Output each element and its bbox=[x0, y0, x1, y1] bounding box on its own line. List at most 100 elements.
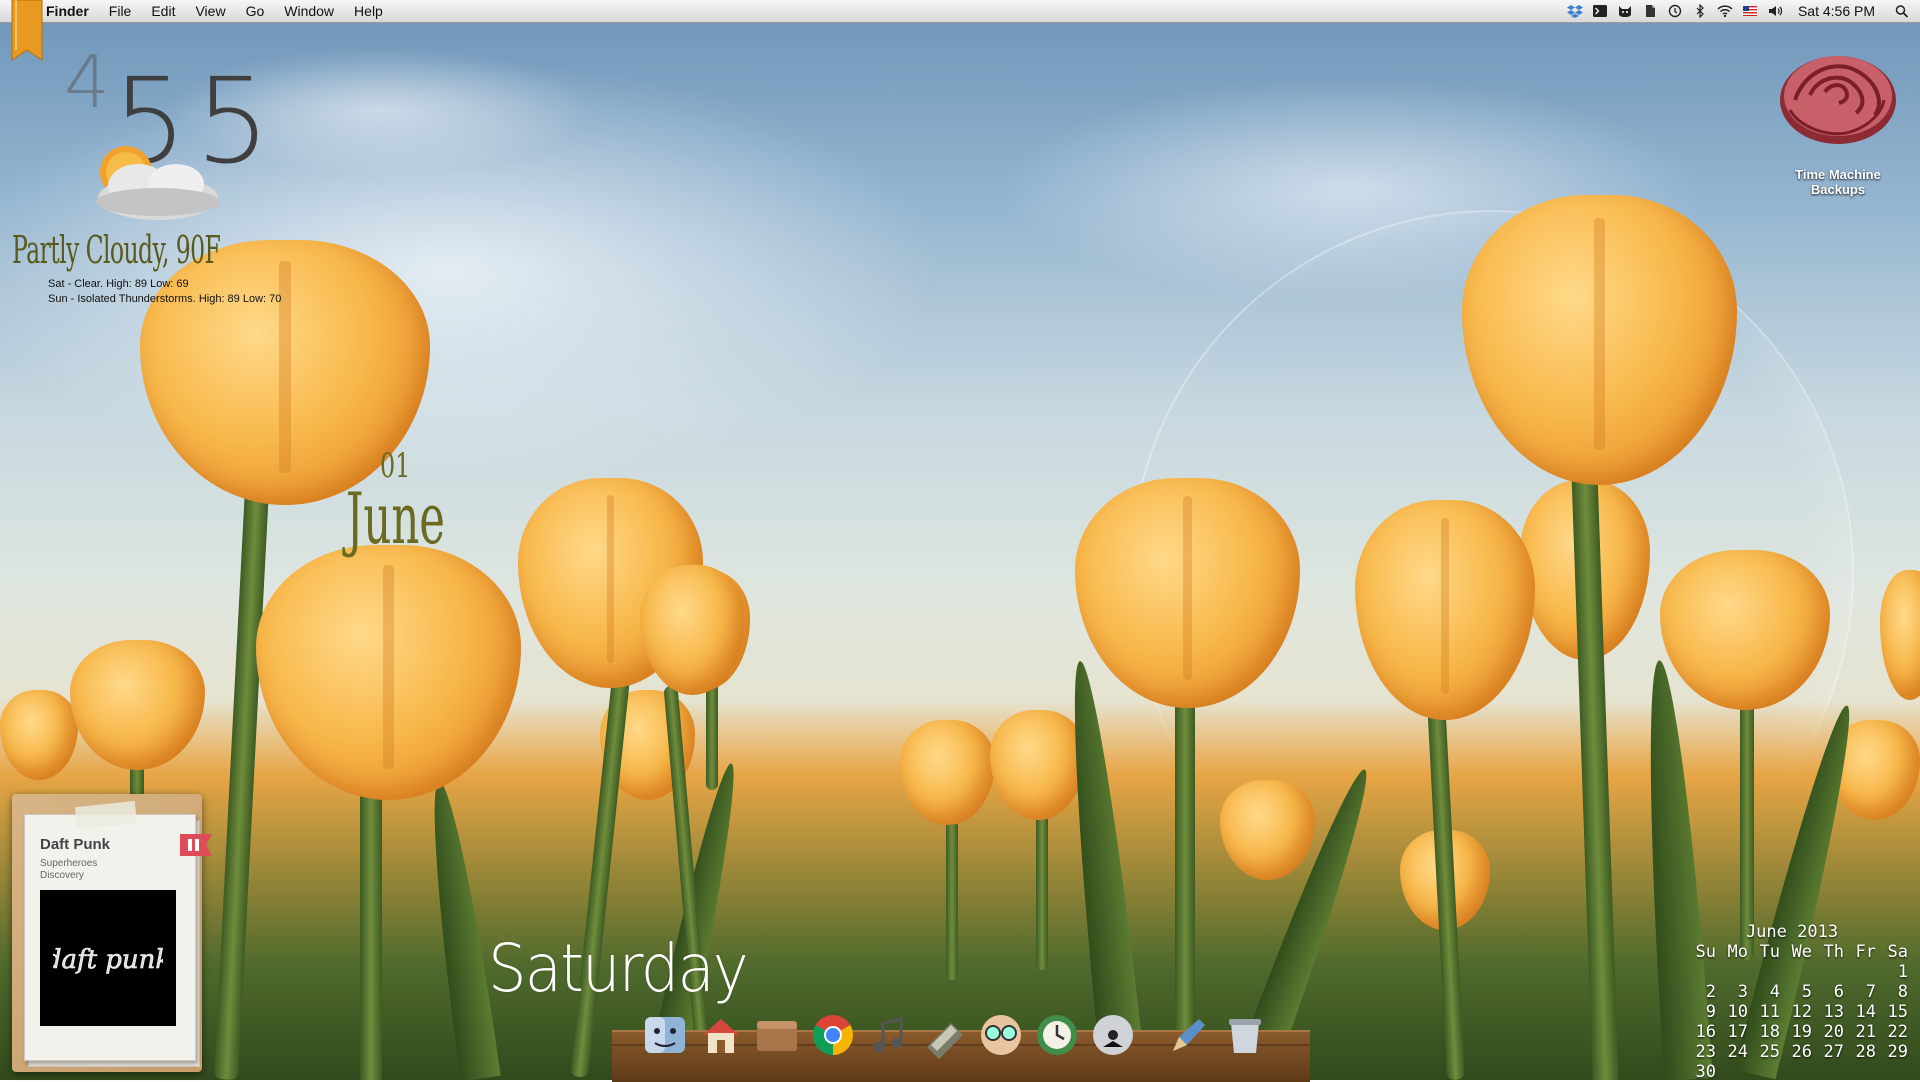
pen-icon bbox=[1173, 1019, 1205, 1051]
calendar-day: 10 bbox=[1727, 1002, 1748, 1022]
dock-item-clock[interactable] bbox=[1032, 1010, 1082, 1060]
dock-item-finder[interactable] bbox=[640, 1010, 690, 1060]
calendar-day bbox=[1752, 1062, 1784, 1082]
album-art-text: daft punk bbox=[53, 945, 163, 975]
pause-button[interactable] bbox=[180, 834, 212, 856]
clock-icon bbox=[1037, 1015, 1077, 1055]
calendar-day bbox=[1848, 1062, 1880, 1082]
calendar-weekdays: Su Mo Tu We Th Fr Sa bbox=[1688, 942, 1914, 962]
calendar-week: 23 24 25 26 27 28 29 bbox=[1688, 1042, 1914, 1062]
rose-icon bbox=[1780, 56, 1896, 144]
dock-item-glasses[interactable] bbox=[976, 1010, 1026, 1060]
dock-separator bbox=[1144, 1010, 1158, 1070]
calendar-day bbox=[1720, 962, 1752, 982]
now-playing-widget[interactable]: Daft Punk Superheroes Discovery daft pun… bbox=[12, 794, 212, 1072]
weather-condition: Partly Cloudy, 90F bbox=[12, 228, 221, 272]
calendar-day bbox=[1688, 962, 1720, 982]
calendar-day: 6 bbox=[1833, 982, 1844, 1002]
weekday-header: Fr bbox=[1855, 942, 1876, 962]
desktop-icon-time-machine-backups[interactable]: Time Machine Backups bbox=[1766, 40, 1910, 197]
dock-item-dvd[interactable] bbox=[1088, 1010, 1138, 1060]
menu-edit[interactable]: Edit bbox=[141, 0, 185, 22]
dock-item-pen[interactable] bbox=[1164, 1010, 1214, 1060]
calendar-day: 12 bbox=[1791, 1002, 1812, 1022]
date-month: June bbox=[346, 478, 445, 560]
tulip bbox=[0, 690, 80, 810]
dock-item-home[interactable] bbox=[696, 1010, 746, 1060]
menu-go[interactable]: Go bbox=[236, 0, 275, 22]
wifi-icon[interactable] bbox=[1717, 4, 1733, 18]
calendar-day: 16 bbox=[1695, 1022, 1716, 1042]
now-playing-details: Superheroes Discovery bbox=[40, 858, 97, 882]
dock bbox=[640, 1010, 1270, 1070]
calendar-day: 15 bbox=[1887, 1002, 1908, 1022]
album-art-logo: daft punk bbox=[53, 945, 163, 976]
calendar-day: 18 bbox=[1759, 1022, 1780, 1042]
weekday-header: We bbox=[1791, 942, 1812, 962]
calendar-day bbox=[1880, 1062, 1912, 1082]
volume-icon[interactable] bbox=[1767, 4, 1783, 18]
calendar-day: 21 bbox=[1855, 1022, 1876, 1042]
calendar-day bbox=[1784, 1062, 1816, 1082]
album-art[interactable]: daft punk bbox=[40, 890, 176, 1026]
calendar-day: 2 bbox=[1705, 982, 1716, 1002]
music-icon bbox=[873, 1017, 903, 1052]
box-icon bbox=[757, 1021, 797, 1051]
calendar-title: June 2013 bbox=[1745, 922, 1839, 942]
tulip bbox=[1075, 478, 1305, 1078]
notebook-icon bbox=[927, 1023, 963, 1059]
menu-bar: Finder File Edit View Go Window Help Sat… bbox=[0, 0, 1920, 23]
calendar-day: 13 bbox=[1823, 1002, 1844, 1022]
calendar-day: 8 bbox=[1897, 982, 1908, 1002]
terminal-icon[interactable] bbox=[1592, 4, 1608, 18]
status-menu-area: Sat 4:56 PM bbox=[1566, 0, 1920, 22]
now-playing-album: Discovery bbox=[40, 870, 84, 881]
calendar-day: 24 bbox=[1727, 1042, 1748, 1062]
menubar-clock[interactable]: Sat 4:56 PM bbox=[1798, 3, 1875, 19]
dock-item-box[interactable] bbox=[752, 1010, 802, 1060]
calendar-week: 16 17 18 19 20 21 22 bbox=[1688, 1022, 1914, 1042]
weather-forecast: Sat - Clear. High: 89 Low: 69 Sun - Isol… bbox=[48, 277, 281, 307]
calendar-day: 26 bbox=[1791, 1042, 1812, 1062]
us-flag-icon[interactable] bbox=[1742, 4, 1758, 18]
dock-item-music[interactable] bbox=[864, 1010, 914, 1060]
evernote-icon[interactable] bbox=[1642, 4, 1658, 18]
calendar-day: 1 bbox=[1897, 962, 1908, 982]
bookmark-ribbon-icon bbox=[11, 0, 43, 61]
dock-item-chrome[interactable] bbox=[808, 1010, 858, 1060]
dock-item-trash[interactable] bbox=[1220, 1010, 1270, 1060]
calendar-day: 17 bbox=[1727, 1022, 1748, 1042]
menu-file[interactable]: File bbox=[99, 0, 142, 22]
calendar-day: 9 bbox=[1705, 1002, 1716, 1022]
cat-icon[interactable] bbox=[1617, 4, 1633, 18]
calendar-day: 25 bbox=[1759, 1042, 1780, 1062]
calendar-day: 19 bbox=[1791, 1022, 1812, 1042]
tulip bbox=[256, 545, 526, 1080]
bluetooth-icon[interactable] bbox=[1692, 4, 1708, 18]
forecast-line: Sun - Isolated Thunderstorms. High: 89 L… bbox=[48, 293, 282, 305]
tulip bbox=[900, 720, 1000, 980]
desktop-icon-label-line2: Backups bbox=[1810, 182, 1866, 197]
calendar-day: 22 bbox=[1887, 1022, 1908, 1042]
calendar-day: 29 bbox=[1887, 1042, 1908, 1062]
finder-icon bbox=[645, 1017, 685, 1053]
spotlight-search-icon[interactable] bbox=[1894, 4, 1910, 18]
calendar-day: 30 bbox=[1695, 1062, 1716, 1082]
menu-help[interactable]: Help bbox=[344, 0, 393, 22]
menu-view[interactable]: View bbox=[185, 0, 235, 22]
calendar-widget: June 2013 Su Mo Tu We Th Fr Sa 1 2345678… bbox=[1688, 922, 1914, 1082]
clock-hour: 4 bbox=[64, 40, 110, 124]
dropbox-icon[interactable] bbox=[1566, 4, 1583, 18]
menu-window[interactable]: Window bbox=[274, 0, 344, 22]
time-machine-icon[interactable] bbox=[1667, 4, 1683, 18]
chrome-icon bbox=[813, 1015, 853, 1055]
calendar-day bbox=[1816, 1062, 1848, 1082]
weekday-label: Saturday bbox=[488, 930, 749, 1007]
desktop-icon-label: Time Machine Backups bbox=[1766, 167, 1910, 197]
calendar-day bbox=[1752, 962, 1784, 982]
dock-item-notebook[interactable] bbox=[920, 1010, 970, 1060]
partly-cloudy-icon bbox=[96, 146, 220, 220]
calendar-day bbox=[1720, 1062, 1752, 1082]
now-playing-track: Superheroes bbox=[40, 858, 98, 869]
forecast-line: Sat - Clear. High: 89 Low: 69 bbox=[48, 278, 189, 290]
